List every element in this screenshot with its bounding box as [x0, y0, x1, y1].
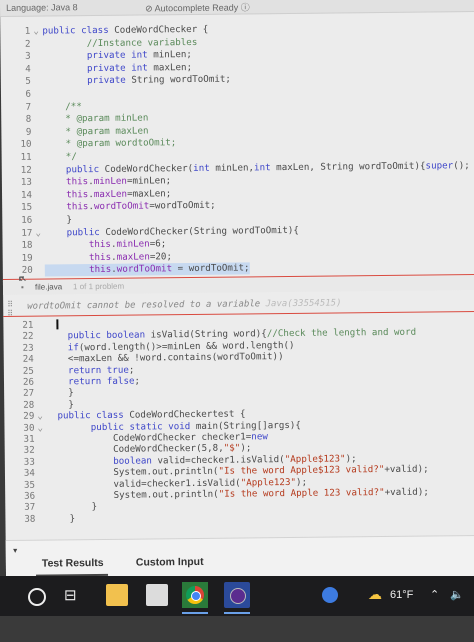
- line-number: 34: [23, 467, 36, 479]
- bottom-panel: Test Results Custom Input: [5, 535, 474, 581]
- account-icon[interactable]: [322, 587, 338, 603]
- chevron-up-icon[interactable]: ⌃: [430, 588, 439, 601]
- file-explorer-icon[interactable]: [106, 584, 128, 606]
- store-icon[interactable]: [146, 584, 168, 606]
- line-number: 14: [20, 189, 33, 201]
- line-number: 4: [25, 63, 31, 75]
- code-text: this.maxLen=maxLen;: [43, 188, 172, 201]
- error-text: wordtoOmit cannot be resolved to a varia…: [27, 299, 261, 312]
- line-number: 28: [23, 399, 35, 411]
- running-indicator: [224, 612, 250, 614]
- line-number: 23: [22, 342, 34, 354]
- line-number: 7: [25, 101, 32, 113]
- chrome-icon[interactable]: [182, 582, 208, 608]
- search-icon[interactable]: [28, 588, 46, 606]
- temperature[interactable]: 61°F: [390, 589, 413, 601]
- line-number: 30: [23, 422, 35, 434]
- text-cursor: [56, 319, 59, 330]
- line-number: 27: [22, 388, 35, 400]
- tab-custom-input[interactable]: Custom Input: [136, 556, 204, 569]
- line-number: 29: [23, 410, 35, 422]
- code-text: * @param maxLen: [43, 125, 149, 138]
- line-number: 5: [25, 76, 31, 88]
- line-number: 16: [21, 214, 33, 226]
- tab-test-results[interactable]: Test Results: [42, 557, 104, 570]
- line-number: 3: [24, 50, 31, 62]
- code-text: }: [47, 513, 76, 525]
- line-number: 31: [23, 433, 35, 445]
- line-number: 24: [22, 353, 34, 365]
- collapse-panel-icon[interactable]: ▼: [12, 548, 19, 555]
- code-text: */: [43, 151, 77, 163]
- code-text: this.wordToOmit=wordToOmit;: [44, 200, 216, 213]
- line-number: 37: [24, 502, 36, 514]
- code-text: }: [44, 214, 73, 226]
- eclipse-icon[interactable]: [224, 582, 250, 608]
- code-text: this.maxLen=20;: [44, 251, 173, 264]
- fold-chevron-icon[interactable]: ⌄: [37, 422, 43, 434]
- weather-icon[interactable]: ☁: [368, 586, 382, 603]
- line-number: 6: [25, 88, 32, 100]
- line-number: 38: [24, 513, 36, 525]
- line-number: 9: [25, 126, 32, 138]
- system-tray: ☁ 61°F ⌃ 🔈: [304, 576, 474, 616]
- line-number: 8: [25, 113, 32, 125]
- line-number: 36: [24, 490, 36, 502]
- line-number: 25: [22, 365, 34, 377]
- task-view-icon[interactable]: ⊟: [64, 586, 86, 608]
- code-text: public class CodeWordChecker {: [42, 23, 209, 37]
- code-text: this.minLen=6;: [44, 238, 167, 251]
- code-text: this.minLen=minLen;: [43, 175, 172, 188]
- volume-icon[interactable]: 🔈: [450, 588, 464, 601]
- error-file-icon: ▪: [20, 282, 24, 292]
- line-number: 1: [24, 25, 31, 37]
- line-number: 22: [22, 331, 34, 343]
- code-text: //Instance variables: [42, 36, 198, 50]
- windows-taskbar: ⊟ ☁ 61°F ⌃ 🔈: [0, 576, 474, 616]
- editor-toolbar: Language: Java 8 ⊘ Autocomplete Ready ⓘ: [0, 0, 474, 17]
- fold-chevron-icon[interactable]: ⌄: [35, 227, 41, 239]
- language-selector[interactable]: Language: Java 8: [6, 2, 78, 13]
- code-text: /**: [43, 100, 82, 113]
- error-code: Java(33554515): [260, 298, 342, 310]
- line-number: 15: [21, 202, 33, 214]
- code-text: private String wordToOmit;: [42, 73, 231, 87]
- fold-chevron-icon[interactable]: ⌄: [33, 26, 39, 38]
- line-number: 13: [20, 176, 32, 188]
- line-number: 11: [20, 151, 32, 163]
- check-circle-icon: ⊘: [145, 3, 155, 14]
- problem-count: 1 of 1 problem: [72, 281, 125, 292]
- code-text: private int maxLen;: [42, 61, 193, 75]
- line-number: 2: [24, 38, 31, 50]
- line-number: 12: [20, 164, 32, 176]
- info-circle-icon[interactable]: ⓘ: [241, 2, 250, 12]
- code-text: this.wordToOmit = wordToOmit;: [44, 262, 250, 277]
- line-number: 21: [22, 319, 34, 331]
- line-number: 35: [23, 479, 36, 491]
- line-number: 17: [21, 227, 33, 239]
- code-text: * @param wordtoOmit;: [43, 137, 177, 150]
- running-indicator: [182, 612, 208, 614]
- line-number: 32: [23, 445, 35, 457]
- line-number: 19: [21, 252, 33, 264]
- fold-chevron-icon[interactable]: ⌄: [37, 411, 43, 423]
- line-number: 33: [23, 456, 35, 468]
- code-text: private int minLen;: [42, 49, 193, 62]
- code-text: }: [46, 387, 74, 399]
- line-number: 26: [22, 376, 35, 388]
- line-number: 18: [21, 239, 33, 251]
- code-text: * @param minLen: [43, 112, 149, 125]
- line-number: 10: [20, 139, 32, 151]
- problem-file-name[interactable]: file.java: [35, 282, 62, 291]
- autocomplete-status: ⊘ Autocomplete Ready ⓘ: [145, 2, 250, 14]
- editor-screen: Language: Java 8 ⊘ Autocomplete Ready ⓘ …: [0, 0, 474, 581]
